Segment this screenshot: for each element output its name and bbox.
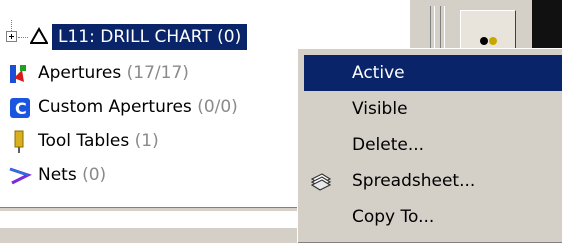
- context-menu: Active Visible Delete... Spreadsheet... …: [297, 48, 562, 243]
- menu-item-label: Spreadsheet...: [352, 171, 476, 191]
- svg-text:C: C: [15, 99, 27, 118]
- tool-tables-label: Tool Tables: [38, 131, 130, 151]
- layer-label: L11: DRILL CHART (0): [52, 24, 248, 50]
- tree-item-apertures[interactable]: Apertures (17/17): [0, 56, 300, 90]
- menu-item-copy-to[interactable]: Copy To...: [304, 199, 562, 235]
- tree-item-tool-tables[interactable]: Tool Tables (1): [0, 124, 300, 158]
- horizontal-scrollbar[interactable]: [0, 207, 305, 243]
- nets-label: Nets: [38, 165, 77, 185]
- tool-tables-count: (1): [134, 131, 159, 151]
- warning-triangle-icon: [30, 27, 48, 44]
- spreadsheet-icon: [310, 173, 332, 191]
- tree-line: [11, 20, 13, 31]
- tree-item-custom-apertures[interactable]: C Custom Apertures (0/0): [0, 90, 300, 124]
- nets-icon: [9, 167, 32, 185]
- tree-line: [18, 37, 28, 39]
- custom-apertures-label: Custom Apertures: [38, 97, 192, 117]
- apertures-count: (17/17): [126, 63, 189, 83]
- apertures-icon: [10, 65, 26, 83]
- apertures-label: Apertures: [38, 63, 122, 83]
- expand-icon[interactable]: [6, 31, 17, 42]
- menu-item-spreadsheet[interactable]: Spreadsheet...: [304, 163, 562, 199]
- tree-row-layer-l11[interactable]: L11: DRILL CHART (0): [0, 20, 305, 54]
- menu-item-visible[interactable]: Visible: [304, 91, 562, 127]
- tool-tables-icon: [14, 130, 24, 153]
- custom-apertures-count: (0/0): [197, 97, 238, 117]
- menu-item-label: Delete...: [352, 135, 425, 155]
- layer-tree-panel: L11: DRILL CHART (0) Apertures (17/17) C…: [0, 0, 305, 243]
- menu-item-label: Active: [352, 63, 405, 83]
- custom-apertures-icon: C: [10, 98, 30, 118]
- scrollbar-track: [0, 207, 305, 211]
- menu-item-active[interactable]: Active: [304, 55, 562, 91]
- nets-count: (0): [82, 165, 107, 185]
- menu-item-delete[interactable]: Delete...: [304, 127, 562, 163]
- scrollbar-track: [0, 227, 305, 243]
- tree-item-nets[interactable]: Nets (0): [0, 158, 300, 192]
- menu-item-label: Visible: [352, 99, 408, 119]
- menu-item-label: Copy To...: [352, 207, 435, 227]
